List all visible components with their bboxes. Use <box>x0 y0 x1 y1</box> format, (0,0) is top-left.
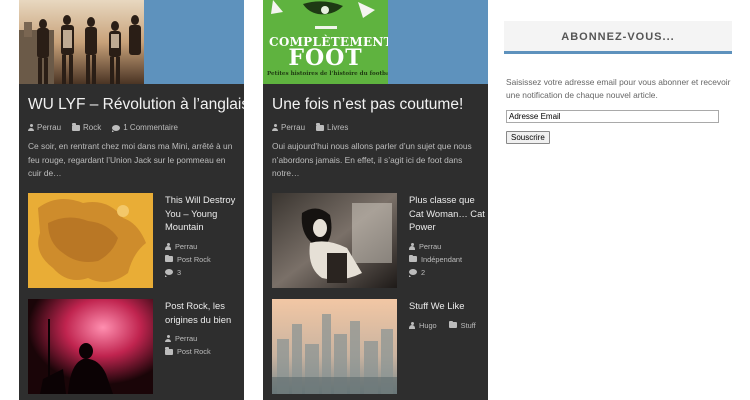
post-meta: Perrau Livres <box>263 114 488 132</box>
user-icon <box>409 321 415 329</box>
related-thumbnail[interactable] <box>28 299 153 394</box>
folder-icon <box>165 347 173 355</box>
related-category[interactable]: Indépendant <box>421 253 462 266</box>
post-excerpt: Oui aujourd’hui nous allons parler d’un … <box>272 141 472 178</box>
folder-icon <box>165 254 173 262</box>
related-category[interactable]: Post Rock <box>177 345 211 358</box>
related-author[interactable]: Hugo <box>419 319 437 332</box>
post-card-foot: COMPLÈTEMENT FOOT Petites histoires de l… <box>263 0 488 400</box>
related-category[interactable]: Stuff <box>461 319 476 332</box>
post-hero[interactable]: COMPLÈTEMENT FOOT Petites histoires de l… <box>263 0 488 84</box>
related-title[interactable]: This Will Destroy You – Young Mountain <box>165 193 244 234</box>
related-comments[interactable]: 3 <box>177 266 181 279</box>
related-post: This Will Destroy You – Young Mountain P… <box>28 193 243 288</box>
post-author[interactable]: Perrau <box>37 123 61 132</box>
post-hero[interactable] <box>19 0 244 84</box>
book-cover-subtitle: Petites histoires de l’histoire du footb… <box>267 71 388 77</box>
related-post: Stuff We Like Hugo Stuff <box>272 299 487 394</box>
post-title[interactable]: Une fois n’est pas coutume! <box>263 84 488 114</box>
comment-icon <box>165 269 173 277</box>
related-post: Plus classe que Cat Woman… Cat Power Per… <box>272 193 487 288</box>
post-card-wu-lyf: WU LYF – Révolution à l’anglaise Perrau … <box>19 0 244 400</box>
related-title[interactable]: Plus classe que Cat Woman… Cat Power <box>409 193 488 234</box>
folder-icon <box>409 254 417 262</box>
related-thumbnail[interactable] <box>272 299 397 394</box>
folder-icon <box>448 320 457 328</box>
post-meta: Perrau Rock 1 Commentaire <box>19 114 244 132</box>
related-thumbnail[interactable] <box>28 193 153 288</box>
post-category[interactable]: Livres <box>327 123 348 132</box>
related-author[interactable]: Perrau <box>175 240 197 253</box>
related-author[interactable]: Perrau <box>419 240 441 253</box>
user-icon <box>28 124 34 131</box>
related-category[interactable]: Post Rock <box>177 253 211 266</box>
user-icon <box>409 242 415 250</box>
related-comments[interactable]: 2 <box>421 266 425 279</box>
user-icon <box>165 242 171 250</box>
post-title[interactable]: WU LYF – Révolution à l’anglaise <box>19 84 244 114</box>
email-field[interactable] <box>506 110 719 123</box>
comment-icon <box>409 269 417 277</box>
related-title[interactable]: Post Rock, les origines du bien <box>165 299 244 326</box>
post-author[interactable]: Perrau <box>281 123 305 132</box>
related-author[interactable]: Perrau <box>175 332 197 345</box>
book-cover-illustration <box>263 0 388 34</box>
related-title[interactable]: Stuff We Like <box>409 299 488 313</box>
subscribe-widget: ABONNEZ-VOUS... Saisissez votre adresse … <box>504 0 732 145</box>
comment-icon <box>112 124 121 132</box>
post-excerpt: Ce soir, en rentrant chez moi dans ma Mi… <box>28 141 233 178</box>
user-icon <box>272 124 278 131</box>
post-category[interactable]: Rock <box>83 123 101 132</box>
post-comments[interactable]: 1 Commentaire <box>123 123 178 132</box>
widget-description: Saisissez votre adresse email pour vous … <box>506 77 731 100</box>
user-icon <box>165 335 171 342</box>
related-post: Post Rock, les origines du bien Perrau P… <box>28 299 243 394</box>
band-photo[interactable] <box>19 0 144 84</box>
related-thumbnail[interactable] <box>272 193 397 288</box>
book-cover[interactable]: COMPLÈTEMENT FOOT Petites histoires de l… <box>263 0 388 84</box>
widget-title: ABONNEZ-VOUS... <box>504 21 732 54</box>
folder-icon <box>72 123 81 131</box>
subscribe-button[interactable]: Souscrire <box>506 131 550 144</box>
book-cover-title-line2: FOOT <box>288 45 363 71</box>
folder-icon <box>316 123 325 131</box>
